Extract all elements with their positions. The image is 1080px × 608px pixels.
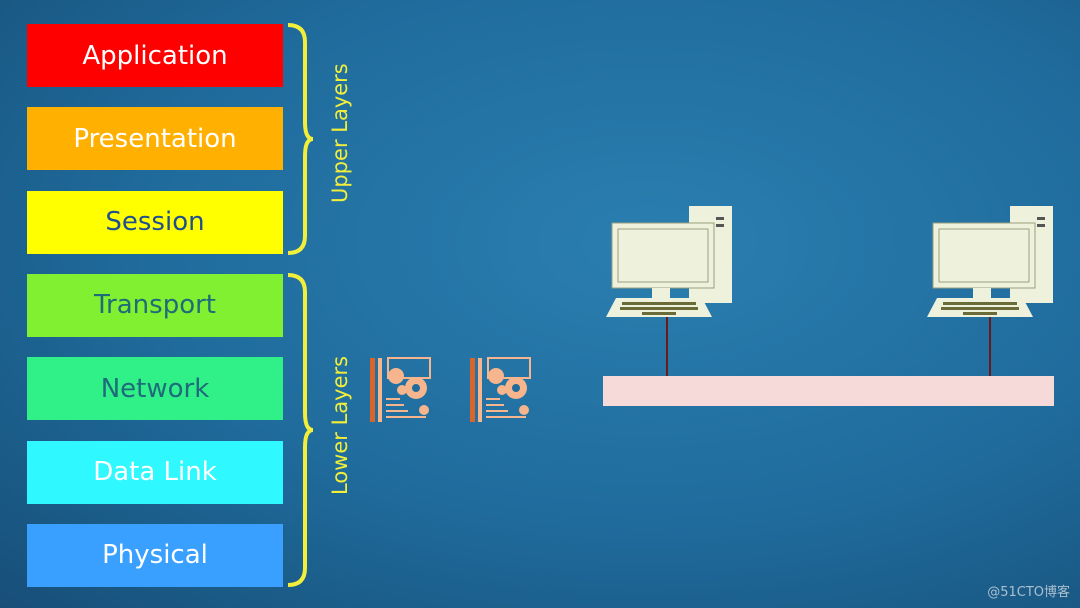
layer-presentation: Presentation — [27, 107, 283, 171]
left-cable-drop — [666, 316, 668, 376]
osi-diagram: Application Presentation Session Transport N… — [0, 0, 1080, 608]
lower-brace — [287, 273, 314, 587]
layer-physical: Physical — [27, 523, 283, 587]
lower-layers-label: Lower Layers — [328, 355, 352, 495]
right-cable-drop — [989, 316, 991, 376]
desktop-computer-icon — [926, 205, 1054, 318]
watermark: @51CTO博客 — [987, 585, 1070, 600]
data-packet-gears-icon — [469, 357, 531, 423]
data-packet-gears-icon — [370, 357, 431, 422]
network-cable-bus — [603, 376, 1054, 406]
upper-layers-label: Upper Layers — [328, 63, 352, 203]
layer-network: Network — [27, 357, 283, 421]
layer-session: Session — [27, 190, 283, 254]
layer-transport: Transport — [27, 273, 283, 337]
upper-brace — [287, 23, 314, 255]
layer-application: Application — [27, 24, 283, 87]
layer-data-link: Data Link — [27, 440, 283, 504]
desktop-computer-icon — [606, 206, 732, 317]
